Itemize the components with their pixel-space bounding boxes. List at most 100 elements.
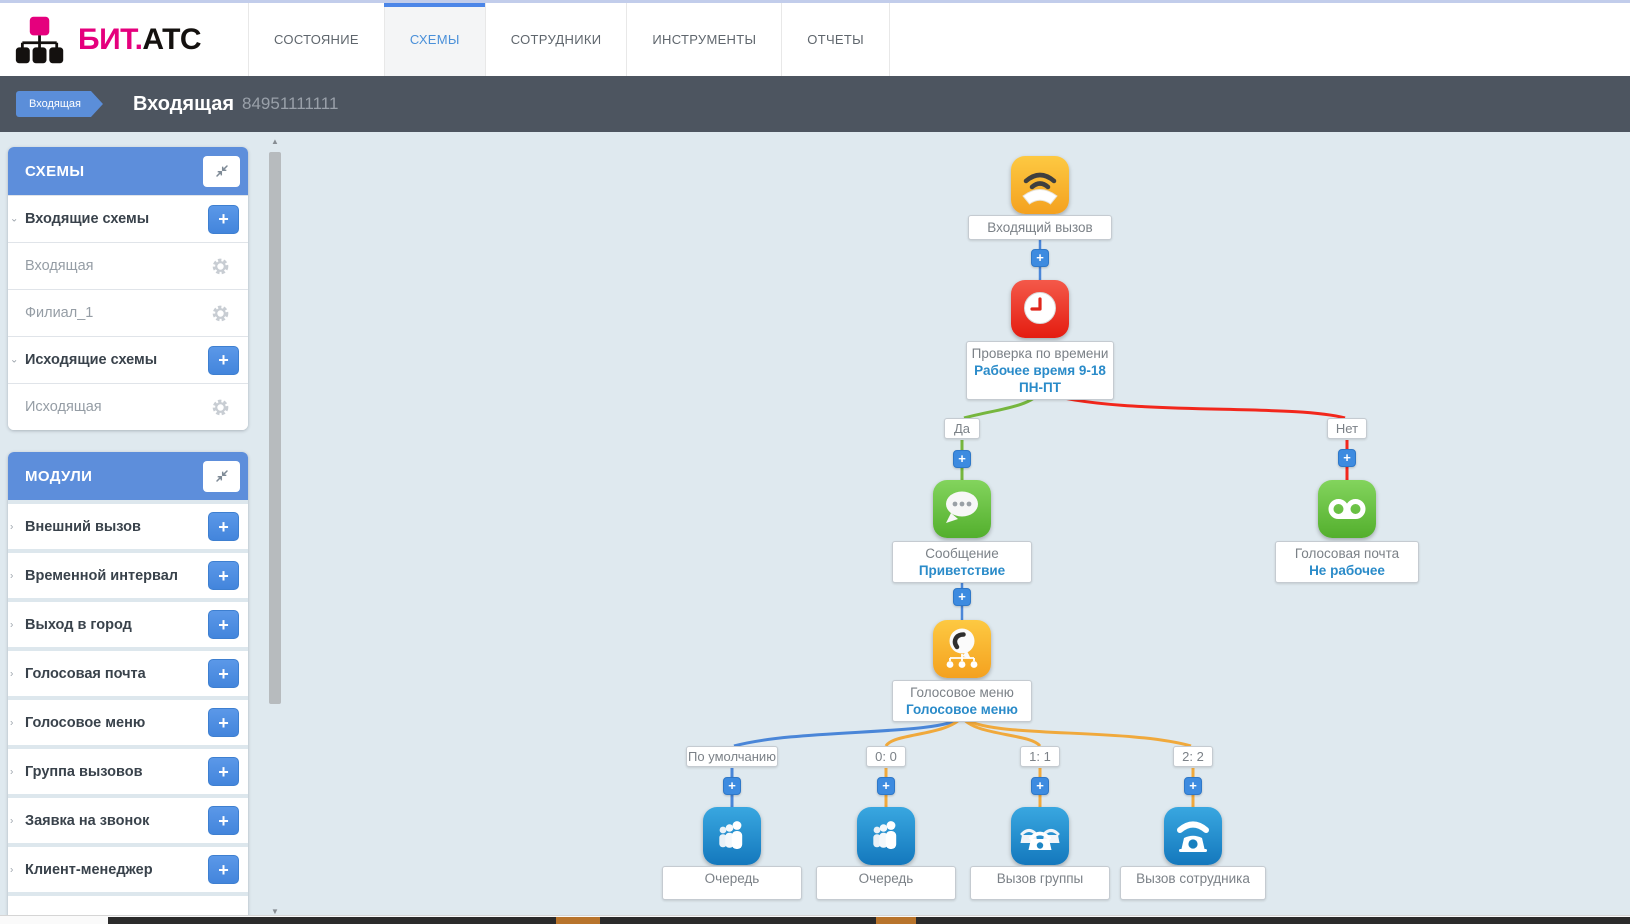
add-module-button[interactable]: +: [208, 610, 239, 639]
module-label: Временной интервал: [25, 568, 178, 584]
add-scheme-button[interactable]: +: [208, 346, 239, 375]
incoming-call-label[interactable]: Входящий вызов: [968, 215, 1112, 240]
branch-label-1: 1: 1: [1020, 746, 1060, 767]
message-label[interactable]: Сообщение Приветствие: [892, 541, 1032, 583]
module-label: Голосовая почта: [25, 666, 146, 682]
scroll-up-arrow[interactable]: ▲: [266, 136, 284, 148]
tab-sotrudniki[interactable]: СОТРУДНИКИ: [485, 3, 627, 76]
group-call-node[interactable]: [1011, 807, 1069, 865]
sidebar-module-voice-menu[interactable]: › Голосовое меню +: [8, 696, 248, 745]
logo[interactable]: БИТ.АТС: [0, 3, 248, 76]
module-label: Внешний вызов: [25, 519, 141, 535]
horizontal-scrollbar[interactable]: [0, 915, 1630, 924]
add-node-button[interactable]: +: [877, 777, 895, 795]
chevron-right-icon: ›: [10, 521, 13, 532]
sidebar-item-incoming-schemes[interactable]: ⌄ Входящие схемы +: [8, 195, 248, 242]
sidebar-item-ishodyashchaya[interactable]: Исходящая: [8, 383, 248, 430]
module-label: Голосовое меню: [25, 715, 145, 731]
sidebar-item-label: Исходящая: [25, 399, 102, 415]
ivr-menu-node[interactable]: [933, 620, 991, 678]
add-module-button[interactable]: +: [208, 561, 239, 590]
collapse-arrows-icon: [214, 163, 230, 179]
branch-label-0: 0: 0: [866, 746, 906, 767]
schemes-panel: СХЕМЫ ⌄ Входящие схемы + Входящая Филиал…: [8, 147, 248, 430]
collapse-panel-button[interactable]: [203, 156, 240, 187]
add-module-button[interactable]: +: [208, 659, 239, 688]
module-label: Группа вызовов: [25, 764, 143, 780]
sidebar-module-call-request[interactable]: › Заявка на звонок +: [8, 794, 248, 843]
tab-sostoyanie[interactable]: СОСТОЯНИЕ: [248, 3, 384, 76]
employee-call-node[interactable]: [1164, 807, 1222, 865]
voicemail-sub: Не рабочее: [1280, 562, 1414, 579]
branch-label-yes: Да: [944, 418, 980, 439]
scheme-settings-button[interactable]: [205, 393, 235, 421]
add-node-button[interactable]: +: [1184, 777, 1202, 795]
queue-label[interactable]: Очередь: [816, 866, 956, 900]
horizontal-scrollbar-thumb[interactable]: [108, 917, 1630, 924]
brand-name: БИТ.АТС: [78, 23, 201, 57]
scheme-type-badge: Входящая: [16, 91, 103, 117]
tab-shemy[interactable]: СХЕМЫ: [384, 3, 485, 76]
scrollbar-mark: [556, 917, 600, 924]
sidebar-module-time-interval[interactable]: › Временной интервал +: [8, 549, 248, 598]
time-check-label[interactable]: Проверка по времени Рабочее время 9-18 П…: [966, 341, 1114, 400]
branch-label-default: По умолчанию: [686, 746, 778, 767]
chevron-right-icon: ›: [10, 619, 13, 630]
add-node-button[interactable]: +: [953, 450, 971, 468]
add-module-button[interactable]: +: [208, 855, 239, 884]
sidebar-module-city-exit[interactable]: › Выход в город +: [8, 598, 248, 647]
scheme-settings-button[interactable]: [205, 252, 235, 280]
group-call-label[interactable]: Вызов группы: [970, 866, 1110, 900]
sidebar-item-outgoing-schemes[interactable]: ⌄ Исходящие схемы +: [8, 336, 248, 383]
modules-panel-title: МОДУЛИ: [25, 468, 92, 485]
add-scheme-button[interactable]: +: [208, 205, 239, 234]
add-module-button[interactable]: +: [208, 757, 239, 786]
time-check-node[interactable]: [1011, 280, 1069, 338]
add-node-button[interactable]: +: [953, 588, 971, 606]
add-node-button[interactable]: +: [1338, 449, 1356, 467]
voicemail-label[interactable]: Голосовая почта Не рабочее: [1275, 541, 1419, 583]
collapse-arrows-icon: [214, 468, 230, 484]
incoming-call-icon: [1011, 156, 1069, 214]
add-module-button[interactable]: +: [208, 708, 239, 737]
add-module-button[interactable]: +: [208, 512, 239, 541]
sidebar-module-client-manager[interactable]: › Клиент-менеджер +: [8, 843, 248, 892]
employee-call-label[interactable]: Вызов сотрудника: [1120, 866, 1266, 900]
add-node-button[interactable]: +: [723, 777, 741, 795]
voicemail-node[interactable]: [1318, 480, 1376, 538]
chevron-down-icon: ⌄: [10, 355, 18, 366]
voicemail-icon: [1318, 480, 1376, 538]
ivr-menu-label[interactable]: Голосовое меню Голосовое меню: [892, 680, 1032, 722]
sidebar-item-filial-1[interactable]: Филиал_1: [8, 289, 248, 336]
chevron-right-icon: ›: [10, 815, 13, 826]
sidebar-module-external-call[interactable]: › Внешний вызов +: [8, 500, 248, 549]
queue-node[interactable]: [703, 807, 761, 865]
add-node-button[interactable]: +: [1031, 249, 1049, 267]
tab-otchety[interactable]: ОТЧЕТЫ: [781, 3, 890, 76]
chat-bubble-icon: [933, 480, 991, 538]
chevron-right-icon: ›: [10, 717, 13, 728]
schemes-panel-header: СХЕМЫ: [8, 147, 248, 195]
sidebar-module-call-group[interactable]: › Группа вызовов +: [8, 745, 248, 794]
message-node[interactable]: [933, 480, 991, 538]
chevron-right-icon: ›: [10, 864, 13, 875]
branch-label-no: Нет: [1327, 418, 1367, 439]
org-chart-logo-icon: [14, 15, 66, 65]
people-queue-icon: [857, 807, 915, 865]
module-label: Заявка на звонок: [25, 813, 149, 829]
sidebar-module-voicemail[interactable]: › Голосовая почта +: [8, 647, 248, 696]
sidebar-item-label: Входящая: [25, 258, 94, 274]
tab-instrumenty[interactable]: ИНСТРУМЕНТЫ: [626, 3, 781, 76]
queue-label[interactable]: Очередь: [662, 866, 802, 900]
scrollbar-thumb[interactable]: [269, 152, 281, 704]
incoming-call-node[interactable]: [1011, 156, 1069, 214]
add-module-button[interactable]: +: [208, 806, 239, 835]
add-node-button[interactable]: +: [1031, 777, 1049, 795]
sidebar-item-vhodyashchaya[interactable]: Входящая: [8, 242, 248, 289]
gear-icon: [211, 398, 230, 417]
scheme-settings-button[interactable]: [205, 299, 235, 327]
collapse-panel-button[interactable]: [203, 461, 240, 492]
sidebar-item-label: Входящие схемы: [25, 211, 149, 227]
queue-node[interactable]: [857, 807, 915, 865]
gear-icon: [211, 304, 230, 323]
